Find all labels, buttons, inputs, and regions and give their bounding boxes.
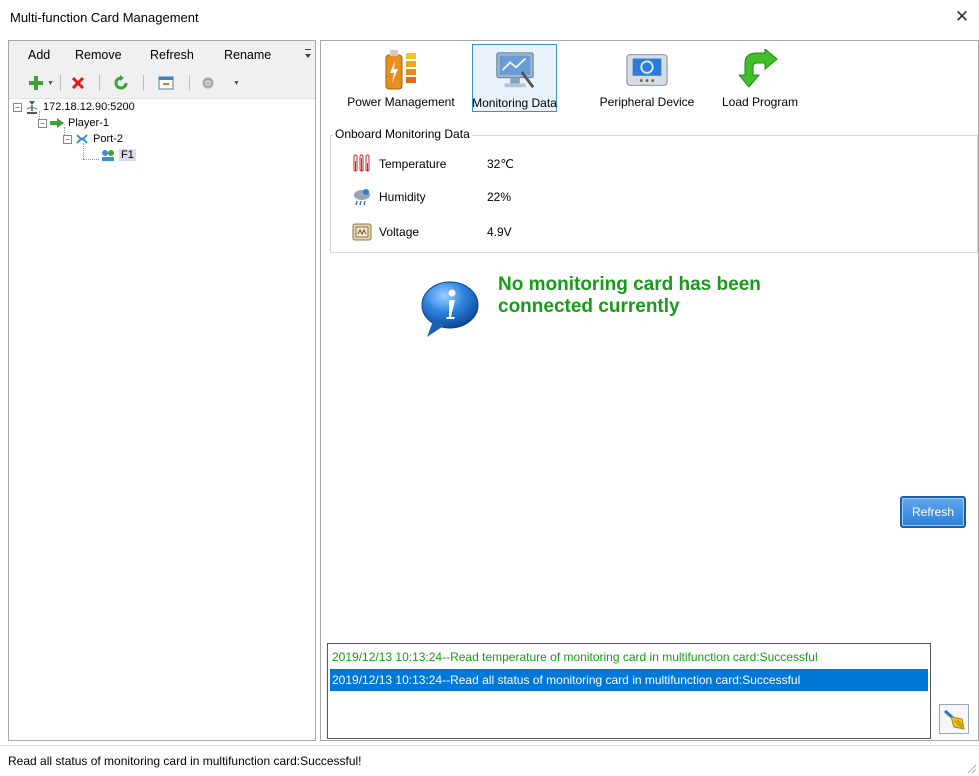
collapse-icon[interactable]: − xyxy=(63,134,72,144)
tab-power-management[interactable]: Power Management xyxy=(334,44,468,112)
tab-label: Monitoring Data xyxy=(472,96,557,110)
humidity-icon xyxy=(351,186,373,208)
multifunction-card-icon xyxy=(100,148,116,162)
log-entry[interactable]: 2019/12/13 10:13:24--Read temperature of… xyxy=(330,646,928,668)
humidity-row: Humidity 22% xyxy=(351,186,511,208)
tree-node-label: Port-2 xyxy=(93,133,123,145)
voltage-label: Voltage xyxy=(379,225,420,239)
tab-label: Power Management xyxy=(347,95,455,109)
monitor-icon xyxy=(493,49,537,93)
tab-label: Load Program xyxy=(721,95,799,109)
resize-grip-icon[interactable] xyxy=(965,762,977,774)
voltage-row: Voltage 4.9V xyxy=(351,221,512,243)
title-bar: Multi-function Card Management ✕ xyxy=(0,0,979,34)
port-icon xyxy=(74,132,90,146)
tab-load-program[interactable]: Load Program xyxy=(713,44,807,112)
tree-node-port[interactable]: − Port-2 xyxy=(63,132,123,146)
humidity-value: 22% xyxy=(487,190,512,204)
tab-peripheral-device[interactable]: Peripheral Device xyxy=(587,44,707,112)
overflow-chevron-icon[interactable] xyxy=(304,46,312,62)
menu-rename[interactable]: Rename xyxy=(224,48,271,62)
menu-remove[interactable]: Remove xyxy=(75,48,122,62)
peripheral-device-icon xyxy=(625,48,669,92)
tree-node-server[interactable]: − 172.18.12.90:5200 xyxy=(13,100,135,114)
group-title: Onboard Monitoring Data xyxy=(333,127,472,141)
menu-bar: Add Remove Refresh Rename xyxy=(9,41,315,67)
toolbar: ▼ ▼ xyxy=(9,67,315,99)
clear-log-button[interactable] xyxy=(939,704,969,734)
tree-node-label: F1 xyxy=(119,149,136,161)
onboard-monitoring-group: Onboard Monitoring Data Temperature 32℃ xyxy=(330,127,978,253)
collapse-icon[interactable]: − xyxy=(38,118,47,128)
device-tree-panel: Add Remove Refresh Rename ▼ ▼ − 172.18.1… xyxy=(8,40,316,741)
message-line: connected currently xyxy=(498,296,680,317)
collapse-icon[interactable]: − xyxy=(13,102,22,112)
function-tabs: Power Management Monitoring Data Periphe… xyxy=(321,41,978,115)
chevron-down-icon[interactable]: ▼ xyxy=(47,80,54,87)
window-title: Multi-function Card Management xyxy=(10,10,199,25)
rename-icon[interactable] xyxy=(155,73,177,93)
network-server-icon xyxy=(24,100,40,114)
card-detail-panel: Power Management Monitoring Data Periphe… xyxy=(320,40,979,741)
refresh-button[interactable]: Refresh xyxy=(900,496,966,528)
tab-label: Peripheral Device xyxy=(599,95,695,109)
thermometer-icon xyxy=(351,153,373,175)
toolbar-separator xyxy=(189,75,190,91)
menu-refresh[interactable]: Refresh xyxy=(150,48,194,62)
refresh-icon[interactable] xyxy=(110,73,132,93)
tree-node-player[interactable]: − Player-1 xyxy=(38,116,109,130)
temperature-row: Temperature 32℃ xyxy=(351,153,514,175)
tab-monitoring-data[interactable]: Monitoring Data xyxy=(472,44,557,112)
toolbar-separator xyxy=(143,75,144,91)
toolbar-separator xyxy=(60,75,61,91)
close-icon[interactable]: ✕ xyxy=(951,6,973,28)
info-icon xyxy=(421,281,479,337)
temperature-label: Temperature xyxy=(379,157,447,171)
add-icon[interactable] xyxy=(25,73,47,93)
arrow-right-icon xyxy=(49,116,65,130)
message-line: No monitoring card has been xyxy=(498,274,761,295)
temperature-value: 32℃ xyxy=(487,157,514,171)
battery-icon xyxy=(379,48,423,92)
menu-add[interactable]: Add xyxy=(28,48,50,62)
no-card-message: No monitoring card has been connected cu… xyxy=(498,274,858,318)
green-arrow-icon xyxy=(738,48,782,92)
humidity-label: Humidity xyxy=(379,190,426,204)
log-list[interactable]: 2019/12/13 10:13:24--Read temperature of… xyxy=(327,643,931,739)
tree-node-label: Player-1 xyxy=(68,117,109,129)
tree-node-label: 172.18.12.90:5200 xyxy=(43,101,135,113)
tree-node-card[interactable]: F1 xyxy=(100,148,136,162)
chevron-down-icon[interactable]: ▼ xyxy=(233,80,240,87)
broom-icon xyxy=(944,709,965,730)
toolbar-separator xyxy=(99,75,100,91)
log-entry[interactable]: 2019/12/13 10:13:24--Read all status of … xyxy=(330,669,928,691)
voltage-icon xyxy=(351,221,373,243)
settings-icon[interactable] xyxy=(197,73,219,93)
voltage-value: 4.9V xyxy=(487,225,512,239)
status-bar: Read all status of monitoring card in mu… xyxy=(0,745,979,776)
status-text: Read all status of monitoring card in mu… xyxy=(8,754,362,768)
delete-icon[interactable] xyxy=(67,73,89,93)
